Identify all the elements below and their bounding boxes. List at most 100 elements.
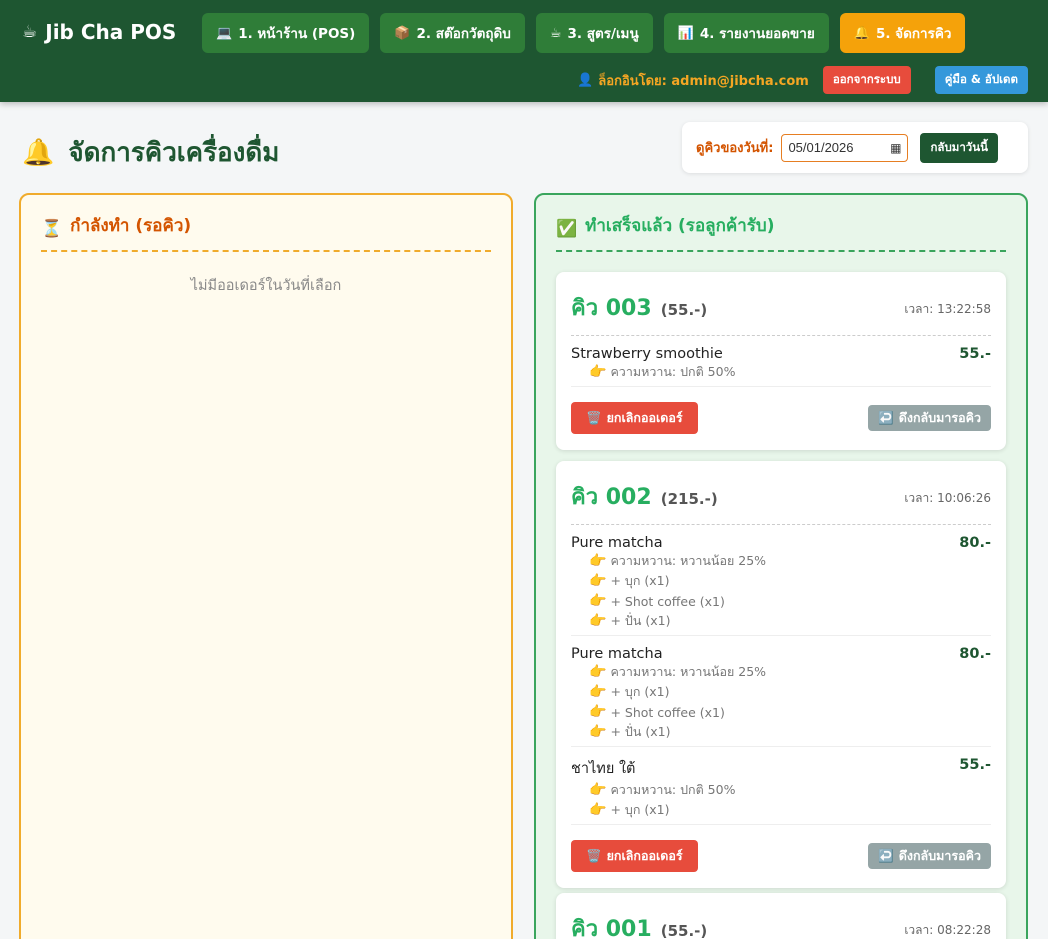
recall-to-queue-button[interactable]: ↩️ ดึงกลับมารอคิว bbox=[868, 843, 991, 869]
pending-header: ⏳ กำลังทำ (รอคิว) bbox=[41, 195, 491, 252]
item-option: 👉 + บุก (x1) bbox=[589, 684, 670, 700]
manual-button[interactable]: คู่มือ & อัปเดต bbox=[934, 66, 1028, 94]
order-header: คิว 002 (215.-) เวลา: 10:06:26 bbox=[571, 461, 991, 525]
order-actions: 🗑️ ยกเลิกออเดอร์ ↩️ ดึงกลับมารอคิว bbox=[571, 387, 991, 450]
pointing-hand-icon: 👉 bbox=[589, 364, 607, 380]
return-arrow-icon: ↩️ bbox=[878, 410, 894, 425]
computer-icon: 💻 bbox=[216, 25, 233, 41]
item-name: ชาไทย ใต้ bbox=[571, 761, 636, 777]
order-total: (55.-) bbox=[660, 922, 708, 939]
date-filter-label: ดูคิวของวันที่: bbox=[696, 141, 774, 156]
page-title-text: จัดการคิวเครื่องดื่ม bbox=[68, 138, 280, 168]
top-navbar: ☕ Jib Cha POS 💻 1. หน้าร้าน (POS) 📦 2. ส… bbox=[0, 0, 1048, 102]
item-name: Strawberry smoothie bbox=[571, 346, 723, 362]
nav-recipe-button[interactable]: ☕ 3. สูตร/เมนู bbox=[535, 13, 653, 53]
nav-label: 3. สูตร/เมนู bbox=[567, 26, 639, 42]
recall-to-queue-button[interactable]: ↩️ ดึงกลับมารอคิว bbox=[868, 405, 991, 431]
nav-stock-button[interactable]: 📦 2. สต๊อกวัตถุดิบ bbox=[380, 13, 525, 53]
order-card: คิว 003 (55.-) เวลา: 13:22:58 Strawberry… bbox=[556, 272, 1006, 450]
nav-queue-button[interactable]: 🔔 5. จัดการคิว bbox=[839, 13, 966, 53]
order-time: เวลา: 10:06:26 bbox=[904, 491, 991, 505]
item-option: 👉 ความหวาน: หวานน้อย 25% bbox=[589, 553, 767, 569]
brand-name: Jib Cha POS bbox=[45, 20, 177, 44]
user-icon: 👤 bbox=[577, 72, 594, 88]
order-total: (215.-) bbox=[660, 490, 718, 508]
page-title: 🔔 จัดการคิวเครื่องดื่ม bbox=[22, 132, 279, 173]
order-actions: 🗑️ ยกเลิกออเดอร์ ↩️ ดึงกลับมารอคิว bbox=[571, 825, 991, 888]
item-option: 👉 + ปั่น (x1) bbox=[589, 724, 671, 740]
order-item: ชาไทย ใต้ 55.- 👉 ความหวาน: ปกติ 50% 👉 + บุ… bbox=[571, 747, 991, 825]
nav-label: 1. หน้าร้าน (POS) bbox=[238, 26, 356, 42]
pointing-hand-icon: 👉 bbox=[589, 664, 607, 680]
order-header: คิว 003 (55.-) เวลา: 13:22:58 bbox=[571, 272, 991, 336]
order-card: คิว 001 (55.-) เวลา: 08:22:28 bbox=[556, 893, 1006, 939]
pending-column: ⏳ กำลังทำ (รอคิว) ไม่มีออเดอร์ในวันที่เล… bbox=[19, 193, 513, 939]
order-time: เวลา: 08:22:28 bbox=[904, 923, 991, 937]
item-option: 👉 + ปั่น (x1) bbox=[589, 613, 671, 629]
package-icon: 📦 bbox=[394, 25, 411, 41]
item-option: 👉 + Shot coffee (x1) bbox=[589, 704, 725, 720]
pointing-hand-icon: 👉 bbox=[589, 802, 607, 818]
item-price: 80.- bbox=[959, 535, 991, 551]
today-button[interactable]: กลับมาวันนี้ bbox=[920, 132, 998, 163]
item-price: 55.- bbox=[959, 346, 991, 362]
hourglass-icon: ⏳ bbox=[41, 219, 63, 239]
order-item: Pure matcha 80.- 👉 ความหวาน: หวานน้อย 25%… bbox=[571, 525, 991, 636]
pointing-hand-icon: 👉 bbox=[589, 593, 607, 609]
bell-icon: 🔔 bbox=[853, 25, 870, 41]
order-header: คิว 001 (55.-) เวลา: 08:22:28 bbox=[571, 893, 991, 939]
brand[interactable]: ☕ Jib Cha POS bbox=[22, 20, 176, 44]
coffee-cup-icon: ☕ bbox=[549, 25, 562, 41]
item-name: Pure matcha bbox=[571, 646, 663, 662]
trash-icon: 🗑️ bbox=[586, 410, 602, 425]
item-option: 👉 + บุก (x1) bbox=[589, 802, 670, 818]
queue-number: คิว 003 bbox=[571, 296, 652, 321]
cancel-order-button[interactable]: 🗑️ ยกเลิกออเดอร์ bbox=[571, 840, 698, 872]
pointing-hand-icon: 👉 bbox=[589, 573, 607, 589]
pending-title: กำลังทำ (รอคิว) bbox=[70, 216, 192, 236]
nav-report-button[interactable]: 📊 4. รายงานยอดขาย bbox=[663, 13, 829, 53]
order-time: เวลา: 13:22:58 bbox=[904, 302, 991, 316]
main-nav: 💻 1. หน้าร้าน (POS) 📦 2. สต๊อกวัตถุดิบ ☕… bbox=[202, 13, 966, 53]
item-price: 80.- bbox=[959, 646, 991, 662]
coffee-icon: ☕ bbox=[22, 22, 38, 42]
pointing-hand-icon: 👉 bbox=[589, 704, 607, 720]
check-icon: ✅ bbox=[556, 219, 578, 239]
nav-pos-button[interactable]: 💻 1. หน้าร้าน (POS) bbox=[202, 13, 370, 53]
user-bar: 👤 ล็อกอินโดย: admin@jibcha.com ออกจากระบ… bbox=[577, 66, 1028, 94]
done-column: ✅ ทำเสร็จแล้ว (รอลูกค้ารับ) คิว 003 (55.… bbox=[534, 193, 1028, 939]
order-card: คิว 002 (215.-) เวลา: 10:06:26 Pure matc… bbox=[556, 461, 1006, 888]
item-option: 👉 + บุก (x1) bbox=[589, 573, 670, 589]
nav-label: 5. จัดการคิว bbox=[875, 26, 952, 42]
item-option: 👉 ความหวาน: หวานน้อย 25% bbox=[589, 664, 767, 680]
pointing-hand-icon: 👉 bbox=[589, 782, 607, 798]
cancel-order-button[interactable]: 🗑️ ยกเลิกออเดอร์ bbox=[571, 402, 698, 434]
item-price: 55.- bbox=[959, 757, 991, 773]
date-value: 05/01/2026 bbox=[788, 140, 854, 155]
order-item: Strawberry smoothie 55.- 👉 ความหวาน: ปกติ… bbox=[571, 336, 991, 387]
pointing-hand-icon: 👉 bbox=[589, 724, 607, 740]
calendar-icon[interactable]: ▦ bbox=[890, 141, 901, 155]
user-email: ล็อกอินโดย: admin@jibcha.com bbox=[598, 73, 809, 89]
nav-label: 2. สต๊อกวัตถุดิบ bbox=[416, 26, 511, 42]
bell-icon: 🔔 bbox=[22, 137, 55, 168]
date-input[interactable]: 05/01/2026 ▦ bbox=[781, 133, 909, 162]
item-option: 👉 + Shot coffee (x1) bbox=[589, 593, 725, 609]
logged-in-user: 👤 ล็อกอินโดย: admin@jibcha.com bbox=[577, 70, 809, 91]
queue-number: คิว 001 bbox=[571, 917, 652, 939]
done-header: ✅ ทำเสร็จแล้ว (รอลูกค้ารับ) bbox=[556, 195, 1006, 252]
date-filter: ดูคิวของวันที่: 05/01/2026 ▦ กลับมาวันนี… bbox=[682, 122, 1028, 173]
item-option: 👉 ความหวาน: ปกติ 50% bbox=[589, 782, 736, 798]
done-title: ทำเสร็จแล้ว (รอลูกค้ารับ) bbox=[585, 216, 775, 236]
pointing-hand-icon: 👉 bbox=[589, 684, 607, 700]
trash-icon: 🗑️ bbox=[586, 848, 602, 863]
pointing-hand-icon: 👉 bbox=[589, 553, 607, 569]
nav-label: 4. รายงานยอดขาย bbox=[699, 26, 815, 42]
empty-message: ไม่มีออเดอร์ในวันที่เลือก bbox=[190, 278, 342, 294]
order-item: Pure matcha 80.- 👉 ความหวาน: หวานน้อย 25%… bbox=[571, 636, 991, 747]
logout-button[interactable]: ออกจากระบบ bbox=[822, 66, 911, 94]
item-option: 👉 ความหวาน: ปกติ 50% bbox=[589, 364, 736, 380]
chart-icon: 📊 bbox=[677, 25, 694, 41]
queue-number: คิว 002 bbox=[571, 485, 652, 510]
item-name: Pure matcha bbox=[571, 535, 663, 551]
